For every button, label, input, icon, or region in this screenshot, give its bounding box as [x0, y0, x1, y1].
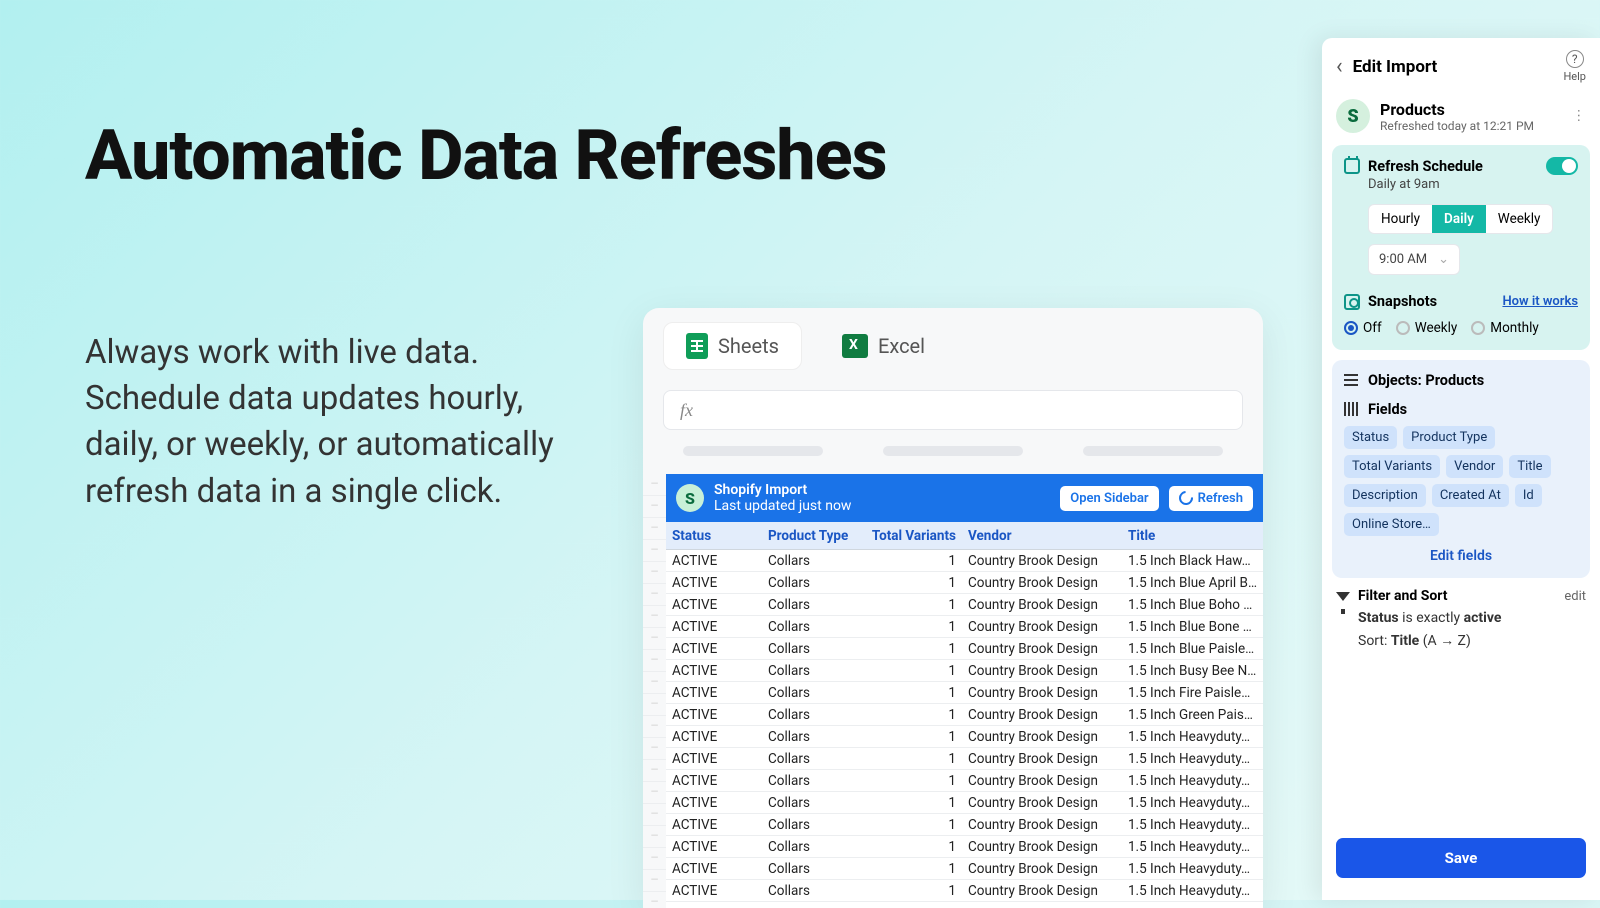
filter-icon — [1336, 592, 1350, 601]
field-chip[interactable]: Status — [1344, 426, 1397, 449]
table-row[interactable]: ACTIVECollars1Country Brook Design1.5 In… — [666, 572, 1263, 594]
refresh-time-select[interactable]: 9:00 AM ⌄ — [1368, 244, 1460, 275]
import-name: Products — [1380, 100, 1534, 119]
table-row[interactable]: ACTIVECollars1Country Brook Design1.5 In… — [666, 682, 1263, 704]
field-chip[interactable]: Product Type — [1403, 426, 1495, 449]
tab-sheets[interactable]: Sheets — [663, 322, 802, 370]
table-row[interactable]: ACTIVECollars1Country Brook Design1.5 In… — [666, 550, 1263, 572]
import-subtitle: Last updated just now — [714, 498, 851, 514]
field-chip[interactable]: Online Store… — [1344, 513, 1439, 536]
snapshot-radio-monthly[interactable]: Monthly — [1471, 320, 1538, 336]
table-row[interactable]: ACTIVECollars1Country Brook Design1.5 In… — [666, 638, 1263, 660]
back-button[interactable]: ‹ — [1336, 56, 1343, 78]
open-sidebar-button[interactable]: Open Sidebar — [1060, 486, 1158, 511]
field-chip[interactable]: Created At — [1432, 484, 1509, 507]
how-it-works-link[interactable]: How it works — [1502, 294, 1578, 309]
field-chips: Status Product Type Total Variants Vendor Ti… — [1344, 426, 1578, 536]
freq-weekly[interactable]: Weekly — [1486, 205, 1553, 233]
save-button[interactable]: Save — [1336, 838, 1586, 878]
edit-import-panel: ‹ Edit Import ? Help S Products Refreshe… — [1322, 38, 1600, 900]
table-row[interactable]: ACTIVECollars1Country Brook Design1.5 In… — [666, 660, 1263, 682]
chevron-down-icon: ⌄ — [1438, 252, 1449, 267]
page-subhead: Always work with live data. Schedule dat… — [85, 330, 585, 515]
refresh-button[interactable]: Refresh — [1169, 486, 1253, 511]
field-chip[interactable]: Id — [1515, 484, 1542, 507]
data-grid: S Shopify Import Last updated just now O… — [666, 474, 1263, 908]
snapshot-options: Off Weekly Monthly — [1344, 310, 1578, 338]
import-title: Shopify Import — [714, 482, 851, 498]
objects-icon — [1344, 373, 1360, 389]
excel-icon — [842, 334, 868, 358]
refresh-summary: Daily at 9am — [1344, 177, 1578, 192]
table-row[interactable]: ACTIVECollars1Country Brook Design1.5 In… — [666, 880, 1263, 902]
toolbar-skeleton — [643, 438, 1263, 474]
table-header: Status Product Type Total Variants Vendo… — [666, 522, 1263, 550]
sheets-icon — [686, 333, 708, 359]
refresh-toggle[interactable] — [1546, 157, 1578, 175]
freq-daily[interactable]: Daily — [1432, 205, 1486, 233]
import-banner: S Shopify Import Last updated just now O… — [666, 474, 1263, 522]
import-refreshed-at: Refreshed today at 12:21 PM — [1380, 119, 1534, 133]
field-chip[interactable]: Description — [1344, 484, 1426, 507]
refresh-schedule-card: Refresh Schedule Daily at 9am Hourly Dai… — [1332, 145, 1590, 350]
table-row[interactable]: ACTIVECollars1Country Brook Design1.5 In… — [666, 858, 1263, 880]
shopify-icon: S — [676, 484, 704, 512]
snapshot-radio-weekly[interactable]: Weekly — [1396, 320, 1458, 336]
calendar-icon — [1344, 158, 1360, 174]
spreadsheet-window: Sheets Excel fx ———————————————————— S S… — [643, 308, 1263, 908]
formula-bar[interactable]: fx — [663, 390, 1243, 430]
filter-edit-button[interactable]: edit — [1564, 589, 1586, 604]
table-row[interactable]: ACTIVECollars1Country Brook Design1.5 In… — [666, 726, 1263, 748]
table-row[interactable]: ACTIVECollars1Country Brook Design1.5 In… — [666, 594, 1263, 616]
freq-hourly[interactable]: Hourly — [1369, 205, 1432, 233]
tab-sheets-label: Sheets — [718, 334, 779, 358]
table-row[interactable]: ACTIVECollars1Country Brook Design1.5 In… — [666, 836, 1263, 858]
filter-summary: Status is exactly active Sort: Title (A … — [1322, 610, 1600, 659]
edit-fields-button[interactable]: Edit fields — [1344, 536, 1578, 566]
tab-excel-label: Excel — [878, 334, 925, 358]
source-icon: S — [1336, 99, 1370, 133]
objects-fields-card: Objects: Products Fields StatusProduct T… — [1332, 360, 1590, 578]
snapshot-icon — [1344, 294, 1360, 310]
help-icon: ? — [1566, 50, 1584, 68]
tab-excel[interactable]: Excel — [820, 322, 947, 370]
refresh-frequency-segment[interactable]: Hourly Daily Weekly — [1368, 204, 1553, 234]
filter-sort-title: Filter and Sort — [1358, 588, 1447, 604]
field-chip[interactable]: Vendor — [1446, 455, 1503, 478]
more-menu-button[interactable]: ⋯ — [1571, 109, 1587, 124]
snapshot-radio-off[interactable]: Off — [1344, 320, 1382, 336]
page-headline: Automatic Data Refreshes — [85, 115, 887, 197]
table-row[interactable]: ACTIVECollars1Country Brook Design1.5 In… — [666, 748, 1263, 770]
fields-icon — [1344, 402, 1360, 418]
field-chip[interactable]: Total Variants — [1344, 455, 1440, 478]
help-button[interactable]: ? Help — [1563, 50, 1586, 83]
panel-title: Edit Import — [1353, 57, 1554, 77]
field-chip[interactable]: Title — [1509, 455, 1550, 478]
table-row[interactable]: ACTIVECollars1Country Brook Design1.5 In… — [666, 616, 1263, 638]
table-row[interactable]: ACTIVECollars1Country Brook Design1.5 In… — [666, 792, 1263, 814]
row-gutter: ———————————————————— — [643, 474, 666, 908]
table-row[interactable]: ACTIVECollars1Country Brook Design1.5 In… — [666, 770, 1263, 792]
table-row[interactable]: ACTIVECollars1Country Brook Design1.5 In… — [666, 814, 1263, 836]
table-row[interactable]: ACTIVECollars1Country Brook Design1.5 In… — [666, 704, 1263, 726]
refresh-icon — [1176, 488, 1196, 508]
